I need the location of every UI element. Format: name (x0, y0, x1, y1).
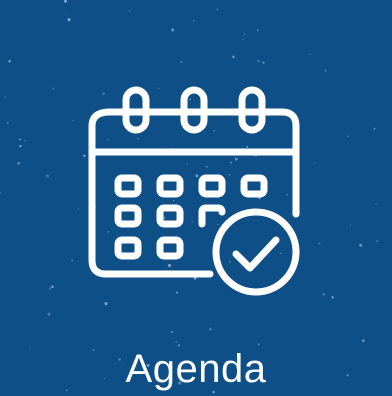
sparkle-dot (24, 139, 26, 142)
sparkle-dot (8, 59, 11, 63)
sparkle-dot (324, 69, 327, 72)
sparkle-dot (331, 296, 334, 299)
sparkle-dot (48, 286, 52, 291)
sparkle-dot (47, 312, 51, 316)
tile-label: Agenda (125, 347, 267, 391)
sparkle-dot (51, 285, 54, 288)
sparkle-dot (309, 53, 311, 55)
sparkle-dot (67, 18, 71, 22)
sparkle-dot (175, 341, 178, 344)
sparkle-dot (359, 243, 363, 247)
calendar-day-cell (156, 236, 184, 260)
calendar-day-cell (114, 204, 142, 228)
sparkle-dot (71, 259, 73, 262)
sparkle-dot (52, 87, 55, 90)
calendar-day-cell (156, 174, 184, 198)
check-mark-icon (232, 236, 280, 272)
sparkle-dot (349, 224, 352, 226)
sparkle-dot (373, 127, 376, 130)
sparkle-dot (262, 61, 265, 64)
sparkle-dot (208, 327, 213, 331)
sparkle-dot (256, 29, 259, 32)
calendar-day-cell (114, 174, 142, 198)
sparkle-dot (232, 55, 235, 59)
sparkle-dot (45, 174, 49, 178)
sparkle-dot (170, 330, 174, 334)
sparkle-dot (65, 14, 67, 16)
sparkle-dot (72, 119, 74, 122)
sparkle-dot (180, 60, 183, 64)
check-circle (212, 208, 300, 296)
sparkle-dot (128, 10, 131, 12)
sparkle-dot (17, 161, 21, 165)
sparkle-dot (361, 339, 365, 343)
calendar-frame-side (88, 108, 214, 278)
sparkle-dot (243, 33, 246, 36)
sparkle-dot (104, 302, 108, 306)
sparkle-dot (4, 96, 7, 98)
sparkle-dot (376, 240, 378, 243)
sparkle-dot (77, 208, 80, 210)
sparkle-dot (256, 59, 260, 63)
calendar-day-cell (114, 236, 142, 260)
agenda-app-tile[interactable]: Agenda (0, 0, 392, 396)
sparkle-dot (242, 38, 244, 41)
calendar-day-cell (198, 174, 226, 198)
sparkle-dot (347, 135, 350, 138)
sparkle-dot (63, 0, 68, 3)
sparkle-dot (313, 162, 316, 164)
sparkle-dot (0, 191, 2, 194)
sparkle-dot (19, 144, 22, 148)
sparkle-dot (322, 293, 325, 296)
sparkle-dot (192, 19, 195, 22)
sparkle-dot (170, 28, 175, 32)
calendar-day-cell (240, 174, 268, 198)
sparkle-dot (318, 242, 321, 245)
calendar-day-cell (156, 204, 184, 228)
sparkle-dot (375, 203, 377, 205)
sparkle-dot (216, 8, 219, 11)
calendar-check-icon (88, 86, 300, 296)
sparkle-dot (19, 138, 21, 141)
sparkle-dot (6, 121, 9, 124)
calendar-day-cell-partial (198, 204, 226, 228)
